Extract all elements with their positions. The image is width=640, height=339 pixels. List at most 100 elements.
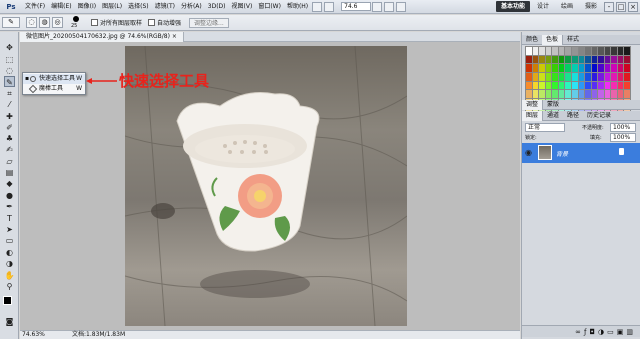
color-swatch[interactable] [578, 47, 585, 55]
color-swatch[interactable] [532, 81, 539, 90]
color-swatch[interactable] [578, 55, 585, 64]
flyout-item-quick-selection[interactable]: ▪ 快速选择工具 W [23, 74, 85, 84]
zoom-level-select[interactable]: 74.6 [341, 2, 372, 11]
refine-edge-button[interactable]: 调整边缘... [189, 17, 229, 28]
color-swatch[interactable] [545, 90, 552, 98]
color-swatch[interactable] [611, 55, 617, 64]
color-swatch[interactable] [624, 90, 630, 98]
color-swatch[interactable] [558, 90, 565, 98]
color-swatch[interactable] [578, 64, 585, 72]
tab-history[interactable]: 历史记录 [583, 111, 615, 121]
color-swatch[interactable] [591, 72, 598, 81]
color-swatch[interactable] [604, 90, 611, 98]
color-swatch[interactable] [571, 55, 578, 64]
color-swatch[interactable] [598, 55, 604, 64]
quick-selection-tool-icon[interactable]: ✎ [4, 76, 15, 87]
color-swatch[interactable] [539, 72, 545, 81]
color-swatch[interactable] [617, 81, 624, 90]
color-swatch[interactable] [565, 72, 571, 81]
color-swatch[interactable] [565, 47, 571, 55]
color-swatch[interactable] [585, 47, 591, 55]
type-tool-icon[interactable]: T [4, 213, 15, 224]
color-swatch[interactable] [526, 47, 532, 55]
color-swatch[interactable] [565, 64, 571, 72]
color-swatch[interactable] [571, 72, 578, 81]
new-selection-icon[interactable]: ◌ [26, 17, 37, 28]
add-mask-icon[interactable]: ◘ [589, 328, 598, 336]
gradient-tool-icon[interactable]: ▤ [4, 167, 15, 178]
color-swatch[interactable] [591, 64, 598, 72]
color-swatch[interactable] [598, 72, 604, 81]
tab-swatches[interactable]: 色板 [542, 35, 564, 45]
color-swatch[interactable] [598, 47, 604, 55]
flyout-item-magic-wand[interactable]: 魔棒工具 W [23, 84, 85, 94]
auto-enhance-checkbox[interactable] [148, 19, 156, 26]
maximize-button[interactable]: □ [616, 1, 626, 12]
color-swatch[interactable] [611, 72, 617, 81]
menu-item-7[interactable]: 3D(D) [205, 0, 229, 14]
color-swatch[interactable] [591, 81, 598, 90]
menu-item-0[interactable]: 文件(F) [22, 0, 48, 14]
foreground-color-swatch[interactable] [3, 296, 12, 305]
color-swatch[interactable] [539, 47, 545, 55]
fill-field[interactable]: 100% [610, 133, 636, 142]
brush-picker[interactable]: 25 [69, 15, 85, 30]
color-swatch[interactable] [585, 72, 591, 81]
color-swatch[interactable] [604, 72, 611, 81]
tab-channels[interactable]: 通道 [543, 111, 563, 121]
menu-item-1[interactable]: 编辑(E) [48, 0, 74, 14]
color-swatch[interactable] [552, 47, 558, 55]
menu-item-3[interactable]: 图层(L) [99, 0, 125, 14]
menu-item-9[interactable]: 窗口(W) [255, 0, 284, 14]
color-swatch[interactable] [552, 72, 558, 81]
color-swatch[interactable] [591, 90, 598, 98]
color-swatch[interactable] [624, 64, 630, 72]
workspace-2[interactable]: 绘画 [556, 1, 578, 12]
opacity-field[interactable]: 100% [610, 123, 636, 132]
color-swatch[interactable] [598, 81, 604, 90]
color-swatch[interactable] [617, 90, 624, 98]
color-swatch[interactable] [526, 90, 532, 98]
color-swatch[interactable] [624, 47, 630, 55]
color-swatch[interactable] [532, 64, 539, 72]
subtract-from-selection-icon[interactable]: ◎ [52, 17, 63, 28]
minibridge-button[interactable] [324, 1, 335, 12]
sample-all-layers-checkbox[interactable] [91, 19, 98, 26]
move-tool-icon[interactable]: ✥ [4, 42, 15, 53]
quick-mask-icon[interactable]: ◙ [4, 316, 15, 327]
status-zoom[interactable]: 74.63% [22, 331, 45, 339]
layer-row-background[interactable]: ◉ 背景 [522, 143, 640, 163]
color-swatch[interactable] [617, 55, 624, 64]
color-swatch[interactable] [591, 55, 598, 64]
eraser-tool-icon[interactable]: ▱ [4, 156, 15, 167]
zoom-tool-icon[interactable]: ⚲ [4, 281, 15, 292]
link-layers-icon[interactable]: ∞ [575, 328, 584, 336]
color-swatch[interactable] [526, 81, 532, 90]
color-swatch[interactable] [624, 72, 630, 81]
rotate-view-icon[interactable] [384, 1, 395, 12]
color-swatch[interactable] [604, 47, 611, 55]
color-swatch[interactable] [539, 55, 545, 64]
arrange-documents-icon[interactable] [396, 1, 407, 12]
document-tab[interactable]: 微信图片_20200504170632.jpg @ 74.6%(RGB/8) × [20, 32, 184, 42]
3d-rotate-tool-icon[interactable]: ◐ [4, 247, 15, 258]
menu-item-8[interactable]: 视图(V) [229, 0, 256, 14]
color-swatch[interactable] [539, 64, 545, 72]
color-swatch[interactable] [552, 81, 558, 90]
pen-tool-icon[interactable]: ✒ [4, 201, 15, 212]
color-swatch[interactable] [617, 47, 624, 55]
color-swatch[interactable] [585, 81, 591, 90]
bridge-button[interactable] [312, 1, 323, 12]
tab-paths[interactable]: 路径 [563, 111, 583, 121]
color-swatch[interactable] [585, 90, 591, 98]
color-swatch[interactable] [526, 72, 532, 81]
workspace-1[interactable]: 设计 [532, 1, 554, 12]
color-swatch[interactable] [604, 55, 611, 64]
tab-styles[interactable]: 样式 [563, 35, 583, 45]
path-selection-tool-icon[interactable]: ➤ [4, 224, 15, 235]
color-swatch[interactable] [532, 90, 539, 98]
shape-tool-icon[interactable]: ▭ [4, 235, 15, 246]
color-swatch[interactable] [624, 81, 630, 90]
brush-tool-icon[interactable]: ✐ [4, 122, 15, 133]
color-swatch[interactable] [565, 55, 571, 64]
